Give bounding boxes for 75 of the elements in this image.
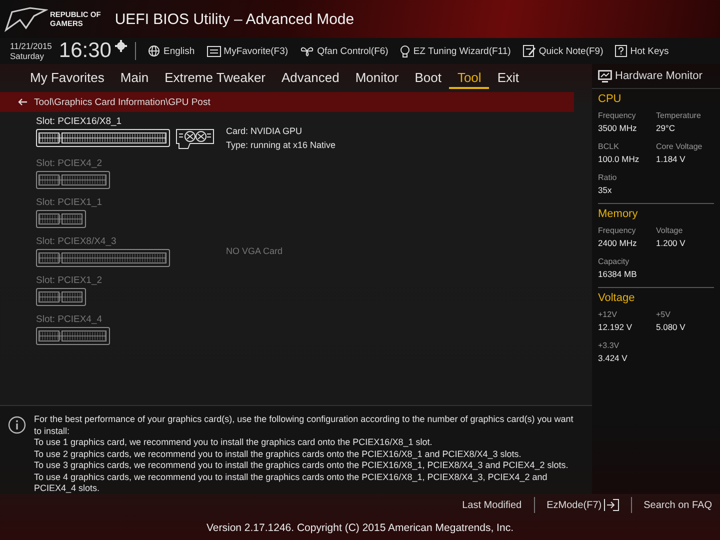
slot-label: Slot: PCIEX16/X8_1 [36,116,123,127]
day-text: Saturday [10,51,46,61]
reading-value: 100.0 MHz [598,154,640,164]
nav-tab[interactable]: Extreme Tweaker [156,68,274,88]
note-pencil-icon [522,45,536,57]
help-text: To use 2 graphics cards, we recommend you to install the graphics cards onto the PCIEX16/X8_1 and PCIEX8/X4_3 slots. [34,448,522,460]
back-arrow-icon[interactable] [18,98,28,106]
monitor-icon [598,70,612,82]
toolbar-button[interactable]: MyFavorite(F3) [202,46,292,56]
toolbar-button[interactable]: Quick Note(F9) [518,45,608,57]
nav-tab[interactable]: My Favorites [22,68,112,88]
help-text: For the best performance of your graphics card(s), use the following configuration according to the number of graphics card(s) you want to install: [34,414,574,437]
help-text: To use 1 graphics card, we recommend you to install the graphics card onto the PCIEX16/X8_1 slot. [34,437,434,448]
rog-eye-logo-icon [4,6,48,32]
globe-icon [148,45,160,57]
reading-label: Frequency [598,111,637,120]
slot-label: Slot: PCIEX4_2 [36,158,104,169]
nav-tab[interactable]: Boot [406,68,450,88]
reading-value: 29°C [656,123,676,133]
reading-label: Voltage [656,226,684,235]
reading-value: 5.080 V [656,322,686,332]
reading-label: BCLK [598,142,620,151]
reading-value: 1.184 V [656,154,686,164]
toolbar-button[interactable]: Hot Keys [611,45,673,57]
toolbar-button[interactable]: EZ Tuning Wizard(F11) [396,44,515,58]
reading-label: Frequency [598,226,637,235]
version-text: Version 2.17.1246. Copyright (C) 2015 American Megatrends, Inc. [206,522,514,534]
info-icon [8,416,26,434]
section-title: CPU [598,93,622,105]
nav-tab[interactable]: Monitor [347,68,407,88]
card-info-text: Type: running at x16 Native [226,140,336,150]
help-text: To use 3 graphics cards, we recommend you to install the graphics cards onto the PCIEX16/X8_1, PCIEX8/X4_3 and PCIEX4_2 slots. [34,460,570,472]
reading-value: 16384 MB [598,269,638,279]
graphics-card-icon [176,129,214,149]
reading-value: 1.200 V [656,238,686,248]
reading-label: Temperature [656,111,702,120]
reading-value: 3500 MHz [598,123,638,133]
help-text: To use 4 graphics cards, we recommend you to install the graphics cards onto the PCIEX16/X8_1, PCIEX8/X4_3, PCIEX4_2 and PCIEX4_4 slots. [34,472,548,494]
section-title: Voltage [598,292,636,304]
slot-label: Slot: PCIEX8/X4_3 [36,236,118,247]
card-info-text: Card: NVIDIA GPU [226,126,304,136]
section-title: Memory [598,208,639,220]
clock-time: 16:30 [58,39,112,63]
reading-label: +3.3V [598,341,620,350]
footer-link[interactable]: EzMode(F7) [544,499,621,511]
reading-label: +12V [598,310,618,319]
footer-link[interactable]: Search on FAQ [642,500,714,510]
toolbar-button[interactable]: Qfan Control(F6) [296,45,392,57]
slot-label: Slot: PCIEX1_2 [36,275,104,286]
card-info-text: NO VGA Card [226,246,283,256]
fan-icon [300,45,314,57]
reading-label: Capacity [598,257,630,266]
reading-value: 35x [598,185,613,195]
nav-tab[interactable]: Exit [489,68,527,88]
date-text: 11/21/2015 [10,41,52,51]
slot-label: Slot: PCIEX4_4 [36,314,104,325]
footer-link[interactable]: Last Modified [460,500,524,510]
reading-value: 12.192 V [598,322,634,332]
nav-tab[interactable]: Advanced [274,68,348,88]
reading-label: Core Voltage [656,142,704,151]
reading-value: 2400 MHz [598,238,638,248]
breadcrumb-text: Tool\Graphics Card Information\GPU Post [34,96,210,108]
window-title: UEFI BIOS Utility – Advanced Mode [114,10,354,28]
light-bulb-icon [400,44,410,58]
panel-title: Hardware Monitor [615,70,702,82]
toolbar-button[interactable]: English [144,45,199,57]
settings-icon[interactable] [115,40,128,52]
reading-label: Ratio [598,173,618,182]
nav-tab[interactable]: Tool [449,68,490,88]
nav-tab[interactable]: Main [112,68,157,88]
list-window-icon [206,46,221,56]
reading-label: +5V [656,310,672,319]
help-icon [615,45,628,57]
slot-label: Slot: PCIEX1_1 [36,197,104,208]
reading-value: 3.424 V [598,353,628,363]
